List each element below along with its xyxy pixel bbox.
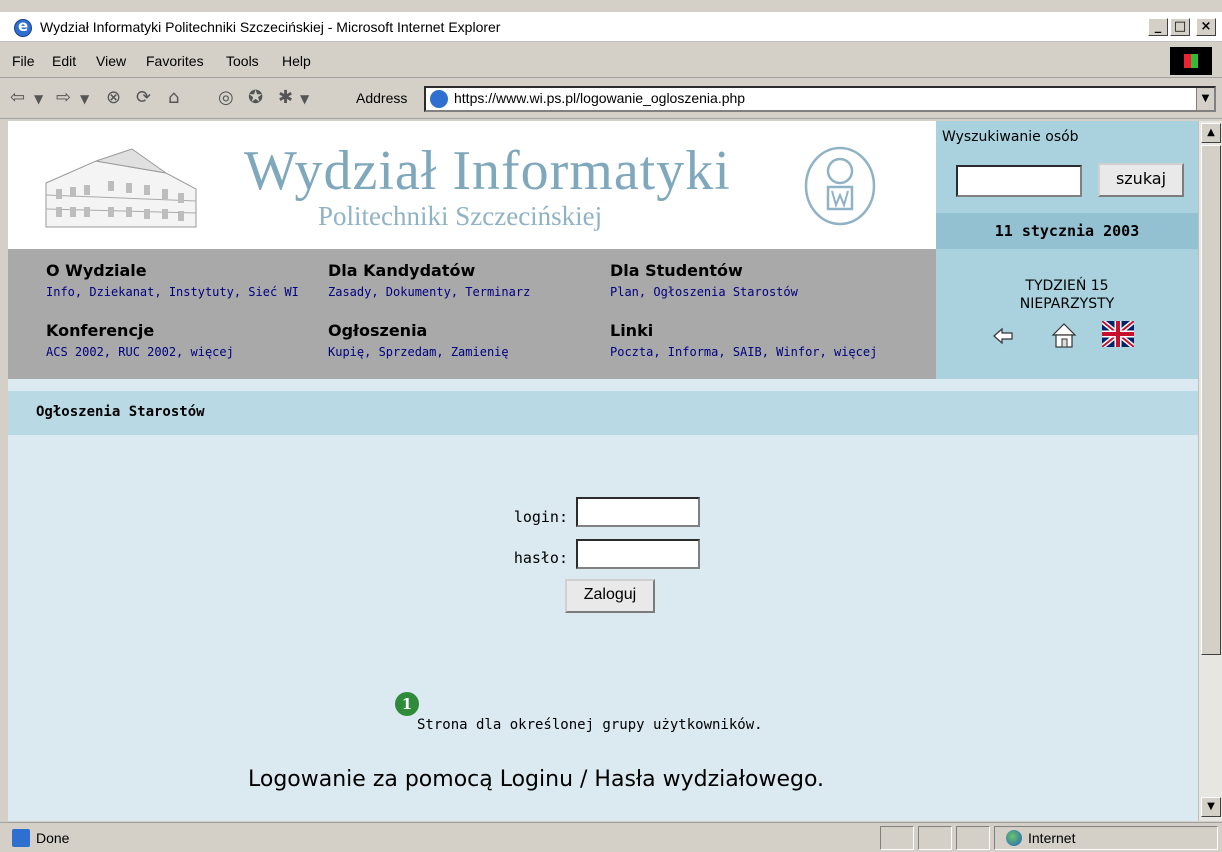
menu-file[interactable]: File (12, 53, 35, 69)
current-date: 11 stycznia 2003 (936, 213, 1198, 249)
nav-candidates-heading[interactable]: Dla Kandydatów (328, 261, 475, 280)
scroll-thumb[interactable] (1201, 145, 1221, 655)
nav-students-heading[interactable]: Dla Studentów (610, 261, 743, 280)
login-method-info: Logowanie za pomocą Loginu / Hasła wydzi… (248, 767, 825, 792)
site-header: Wydział Informatyki Politechniki Szczeci… (8, 121, 936, 249)
status-bar: Done Internet (0, 822, 1222, 852)
section-title: Ogłoszenia Starostów (36, 404, 205, 420)
search-button[interactable]: szukaj (1098, 163, 1184, 197)
scroll-down-icon[interactable]: ▼ (1201, 797, 1221, 817)
nav-ads-links[interactable]: Kupię, Sprzedam, Zamienię (328, 345, 509, 359)
scroll-up-icon[interactable]: ▲ (1201, 123, 1221, 143)
page-viewport: Wydział Informatyki Politechniki Szczeci… (8, 121, 1198, 821)
menu-bar: File Edit View Favorites Tools Help (0, 44, 1222, 78)
restricted-access-note: Strona dla określonej grupy użytkowników… (417, 717, 763, 733)
login-button[interactable]: Zaloguj (565, 579, 655, 613)
nav-ads-heading[interactable]: Ogłoszenia (328, 321, 427, 340)
search-icon[interactable]: ◎ (218, 87, 234, 108)
page-status-icon (12, 829, 30, 847)
stop-icon[interactable]: ⊗ (106, 87, 121, 108)
annotation-badge: 1 (395, 692, 419, 716)
university-emblem-icon (804, 146, 876, 226)
login-input[interactable] (576, 497, 700, 527)
address-dropdown-icon[interactable]: ▼ (1196, 88, 1214, 110)
refresh-icon[interactable]: ⟳ (136, 87, 151, 108)
close-button[interactable]: × (1196, 18, 1216, 36)
people-search-input[interactable] (956, 165, 1082, 197)
back-arrow-icon[interactable] (992, 325, 1014, 347)
menu-view[interactable]: View (96, 53, 126, 69)
address-label: Address (356, 90, 408, 106)
address-url[interactable]: https://www.wi.ps.pl/logowanie_ogloszeni… (454, 90, 745, 106)
forward-icon[interactable]: ⇨ (56, 87, 71, 108)
status-cell (956, 826, 990, 850)
section-header: Ogłoszenia Starostów (8, 391, 1198, 435)
home-page-icon[interactable] (1050, 321, 1078, 349)
week-number: TYDZIEŃ 15 (1025, 278, 1109, 294)
menu-edit[interactable]: Edit (52, 53, 76, 69)
menu-favorites[interactable]: Favorites (146, 53, 204, 69)
password-input[interactable] (576, 539, 700, 569)
status-text: Done (36, 830, 70, 846)
title-bar: Wydział Informatyki Politechniki Szczeci… (0, 12, 1222, 42)
history-dropdown-icon[interactable]: ▼ (300, 92, 309, 106)
toolbar: ⇦ ▼ ⇨ ▼ ⊗ ⟳ ⌂ ◎ ✪ ✱ ▼ Address https://ww… (0, 79, 1222, 119)
week-info: TYDZIEŃ 15 NIEPARZYSTY (936, 277, 1198, 313)
nav-links-links[interactable]: Poczta, Informa, SAIB, Winfor, więcej (610, 345, 877, 359)
home-icon[interactable]: ⌂ (168, 87, 179, 108)
nav-about-heading[interactable]: O Wydziale (46, 261, 147, 280)
vertical-scrollbar[interactable]: ▲ ▼ (1198, 121, 1222, 821)
password-label: hasło: (513, 549, 568, 567)
history-icon[interactable]: ✱ (278, 87, 293, 108)
nav-candidates-links[interactable]: Zasady, Dokumenty, Terminarz (328, 285, 530, 299)
back-icon[interactable]: ⇦ (10, 87, 25, 108)
browser-window: Wydział Informatyki Politechniki Szczeci… (0, 0, 1222, 852)
menu-tools[interactable]: Tools (226, 53, 259, 69)
nav-about-links[interactable]: Info, Dziekanat, Instytuty, Sieć WI (46, 285, 299, 299)
address-bar[interactable]: https://www.wi.ps.pl/logowanie_ogloszeni… (424, 86, 1216, 112)
building-illustration (45, 148, 197, 228)
window-title: Wydział Informatyki Politechniki Szczeci… (40, 19, 501, 35)
status-cell (918, 826, 952, 850)
main-navigation: O Wydziale Info, Dziekanat, Instytuty, S… (8, 249, 936, 379)
forward-dropdown-icon[interactable]: ▼ (80, 92, 89, 106)
login-label: login: (513, 508, 568, 526)
sidebar: Wyszukiwanie osób szukaj 11 stycznia 200… (936, 121, 1198, 379)
page-icon (430, 90, 448, 108)
nav-conferences-heading[interactable]: Konferencje (46, 321, 154, 340)
site-title: Wydział Informatyki (244, 140, 731, 202)
menu-help[interactable]: Help (282, 53, 311, 69)
ie-icon (14, 17, 32, 37)
nav-conferences-links[interactable]: ACS 2002, RUC 2002, więcej (46, 345, 234, 359)
nav-links-heading[interactable]: Linki (610, 321, 653, 340)
windows-logo-icon (1170, 47, 1212, 75)
maximize-button[interactable]: □ (1170, 18, 1190, 36)
internet-zone-icon (1006, 830, 1022, 846)
favorites-icon[interactable]: ✪ (248, 87, 263, 108)
security-zone: Internet (1028, 830, 1076, 846)
status-cell (880, 826, 914, 850)
nav-students-links[interactable]: Plan, Ogłoszenia Starostów (610, 285, 798, 299)
minimize-button[interactable]: _ (1148, 18, 1168, 36)
back-dropdown-icon[interactable]: ▼ (34, 92, 43, 106)
site-subtitle: Politechniki Szczecińskiej (318, 201, 603, 231)
people-search-title: Wyszukiwanie osób (936, 121, 1198, 155)
week-parity: NIEPARZYSTY (1019, 296, 1115, 312)
english-flag-icon[interactable] (1102, 321, 1134, 347)
